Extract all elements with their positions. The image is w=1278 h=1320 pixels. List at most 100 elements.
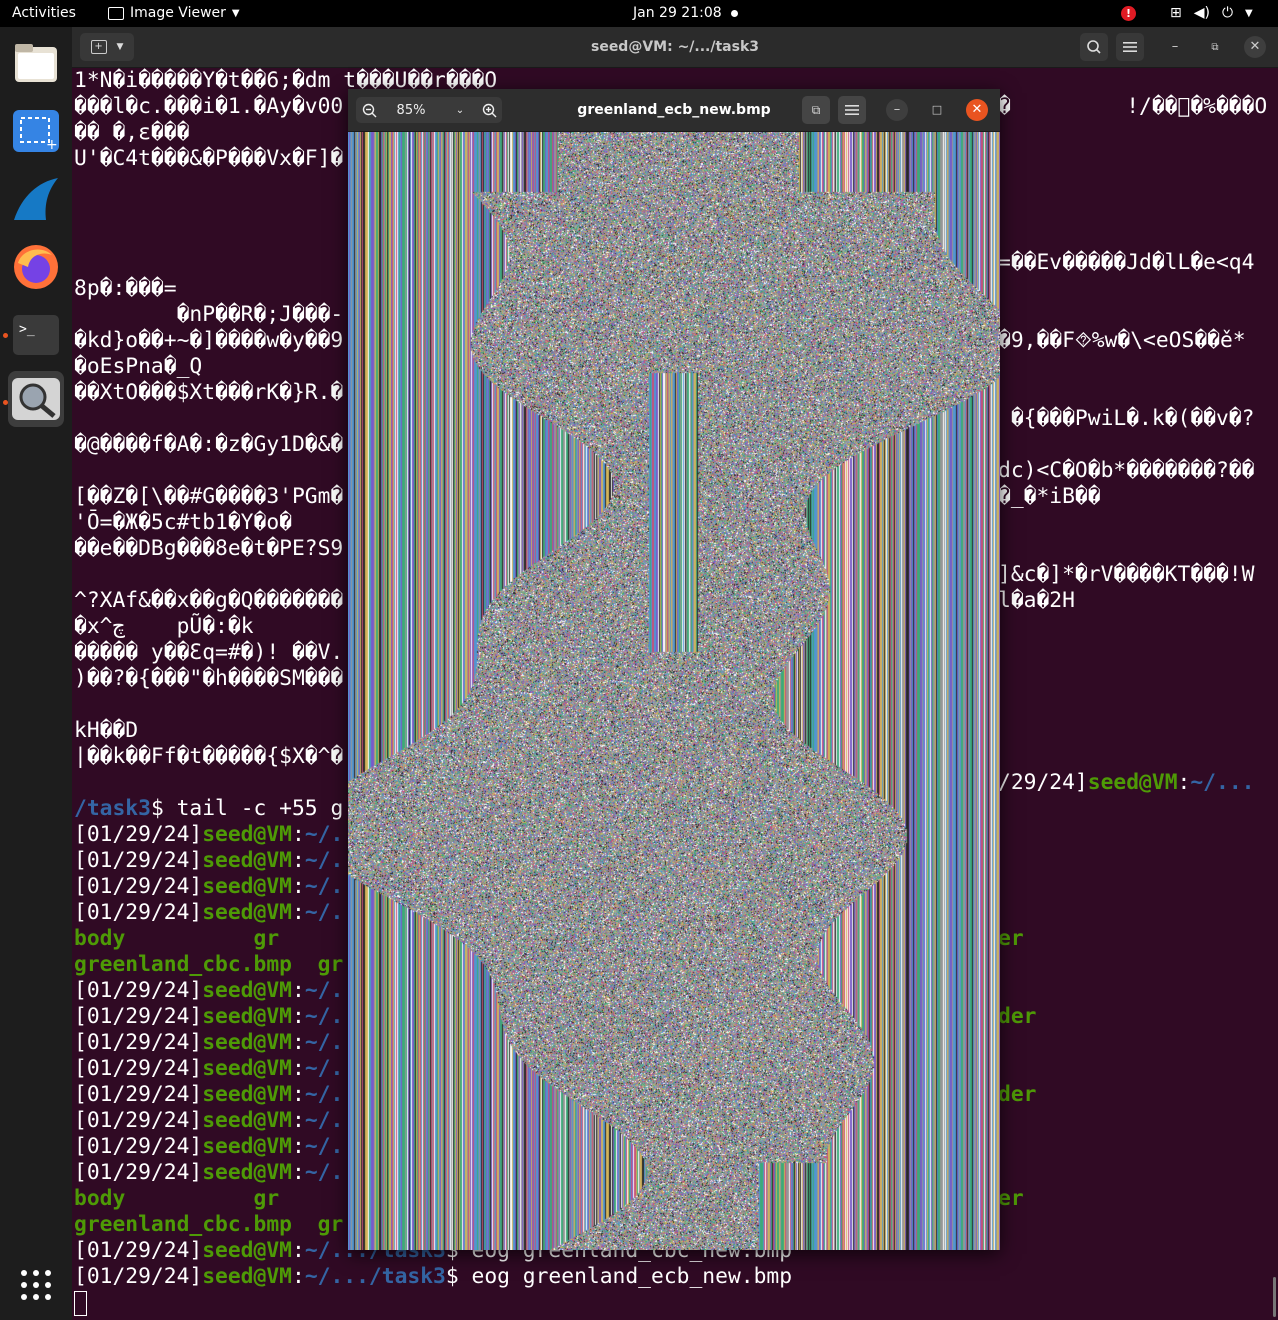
terminal-text: ��e��DBg���8e�t�PE?S9	[74, 536, 344, 561]
close-button[interactable]: ✕	[1244, 36, 1266, 58]
terminal-text: )��?�{���"�h����SM���	[74, 666, 344, 691]
terminal-line: body gr	[74, 1186, 279, 1212]
terminal-text: :	[291, 1160, 305, 1185]
terminal-line: =��Ev�����Jd�lL�e<q4	[998, 250, 1254, 276]
dock-wireshark[interactable]	[8, 171, 64, 227]
terminal-line: �oEsPna�_Q	[74, 354, 202, 380]
zoom-level[interactable]: 85%	[382, 97, 440, 123]
terminal-line: /task3$ tail -c +55 g	[74, 796, 343, 822]
terminal-text: seed@VM	[202, 822, 292, 847]
terminal-text: :	[291, 848, 305, 873]
files-icon	[15, 44, 57, 82]
terminal-text: ~/.	[304, 822, 344, 847]
app-menu[interactable]: Image Viewer ▼	[108, 0, 240, 27]
viewer-menu-button[interactable]	[838, 96, 866, 124]
firefox-icon	[14, 245, 58, 289]
terminal-text: :	[291, 1108, 305, 1133]
terminal-text: :	[291, 874, 305, 899]
alert-icon[interactable]: !	[1121, 6, 1136, 21]
terminal-text: [01/29/24]	[74, 874, 203, 899]
zoom-out-button[interactable]	[356, 97, 382, 123]
terminal-text: kH��D	[74, 718, 139, 743]
terminal-text: [01/29/24]	[74, 1056, 203, 1081]
terminal-text: �9,��F⯑%w�\<eOS��ě*	[998, 328, 1246, 353]
image-viewer-icon	[12, 378, 60, 420]
terminal-text: seed@VM	[202, 1238, 292, 1263]
close-icon: ✕	[1249, 39, 1261, 54]
terminal-line: [01/29/24]seed@VM:~/.	[74, 1134, 343, 1160]
terminal-text: dc)<C�O�b*�������?��	[998, 458, 1255, 483]
terminal-text: :	[291, 1134, 305, 1159]
terminal-line: ��XtO���$Xt���rK�}R.�	[74, 380, 343, 406]
terminal-text: ��XtO���$Xt���rK�}R.�	[74, 380, 344, 405]
terminal-text: seed@VM	[202, 1160, 292, 1185]
show-apps-icon	[21, 1270, 51, 1300]
viewer-close-button[interactable]: ✕	[966, 99, 988, 121]
terminal-line: kH��D	[74, 718, 138, 744]
terminal-menu-button[interactable]	[1116, 33, 1144, 61]
system-menu[interactable]: ⊞ ◀) ⏻ ▼	[1170, 0, 1253, 27]
dock-terminal[interactable]: >_	[8, 307, 64, 363]
terminal-line: �9,��F⯑%w�\<eOS��ě*	[998, 328, 1246, 354]
notification-dot-icon	[731, 10, 738, 17]
terminal-line: U'�C4t���&�P���Vx�F]�	[74, 146, 343, 172]
terminal-cursor	[74, 1291, 87, 1316]
clock[interactable]: Jan 29 21:08	[633, 0, 722, 27]
terminal-text: er	[998, 926, 1024, 951]
dock-screenshot[interactable]: +	[8, 103, 64, 159]
terminal-text: gr	[253, 1186, 280, 1211]
show-apps-button[interactable]	[8, 1257, 64, 1313]
terminal-line: [01/29/24]seed@VM:~/.	[74, 1056, 343, 1082]
terminal-text: der	[998, 1082, 1037, 1107]
terminal-text: �x^چ pŨ�:�k	[74, 614, 254, 639]
volume-icon: ◀)	[1193, 5, 1210, 21]
terminal-line: [01/29/24]seed@VM:~/.	[74, 1030, 343, 1056]
minimize-button[interactable]: –	[1164, 36, 1186, 58]
terminal-text: [01/29/24]	[74, 978, 203, 1003]
activities-button[interactable]: Activities	[12, 0, 76, 27]
terminal-text: body	[74, 926, 126, 951]
terminal-line: [01/29/24]seed@VM:~/.	[74, 1004, 343, 1030]
gallery-button[interactable]: ⧉	[802, 96, 830, 124]
terminal-text: gr	[317, 952, 344, 977]
terminal-text: ~/.	[304, 874, 344, 899]
terminal-text: greenland_cbc.bmp	[74, 952, 292, 977]
terminal-line: )��?�{���"�h����SM���	[74, 666, 343, 692]
viewer-maximize-button[interactable]: □	[926, 99, 948, 121]
close-icon: ✕	[971, 102, 983, 117]
terminal-text: 8p�:���=	[74, 276, 177, 301]
terminal-line: �x^چ pŨ�:�k	[74, 614, 254, 640]
terminal-icon: >_	[13, 315, 59, 355]
running-indicator	[3, 400, 8, 405]
restore-button[interactable]: ⧉	[1204, 36, 1226, 58]
terminal-text: :	[291, 1264, 305, 1289]
minimize-icon: –	[1171, 39, 1179, 54]
zoom-in-button[interactable]	[476, 97, 502, 123]
dock-image-viewer[interactable]	[8, 371, 64, 427]
terminal-text: greenland_cbc.bmp	[74, 1212, 292, 1237]
terminal-text: ����� y��Ɛq=#�)! ��V.	[74, 640, 344, 665]
terminal-text: :	[1177, 770, 1191, 795]
terminal-text: [��Z�[\��#G����3'PGm�	[74, 484, 344, 509]
terminal-text: ~/.	[304, 1134, 344, 1159]
terminal-text: seed@VM	[202, 1264, 292, 1289]
terminal-text: ]&c�]*�rV����KT���!W	[998, 562, 1255, 587]
terminal-text: ~/.	[304, 1082, 344, 1107]
terminal-text: [01/29/24]	[74, 848, 203, 873]
terminal-text: [01/29/24]	[74, 1082, 203, 1107]
terminal-scrollbar[interactable]	[1273, 1277, 1276, 1317]
zoom-dropdown[interactable]: ⌄	[450, 97, 470, 123]
search-button[interactable]	[1080, 33, 1108, 61]
caret-down-icon: ▼	[1245, 8, 1253, 19]
dock-firefox[interactable]	[8, 239, 64, 295]
viewer-minimize-button[interactable]: –	[886, 99, 908, 121]
svg-text:>_: >_	[19, 322, 35, 337]
terminal-line: dc)<C�O�b*�������?��	[998, 458, 1254, 484]
terminal-text: [01/29/24]	[74, 1108, 203, 1133]
terminal-text: 'Ō=�Ж�5c#tb1�Y�o�	[74, 510, 292, 535]
image-viewer-app-icon	[108, 7, 124, 20]
dock-files[interactable]	[8, 35, 64, 91]
terminal-text: �{���PwiL�.k�(��v�?	[998, 406, 1255, 431]
